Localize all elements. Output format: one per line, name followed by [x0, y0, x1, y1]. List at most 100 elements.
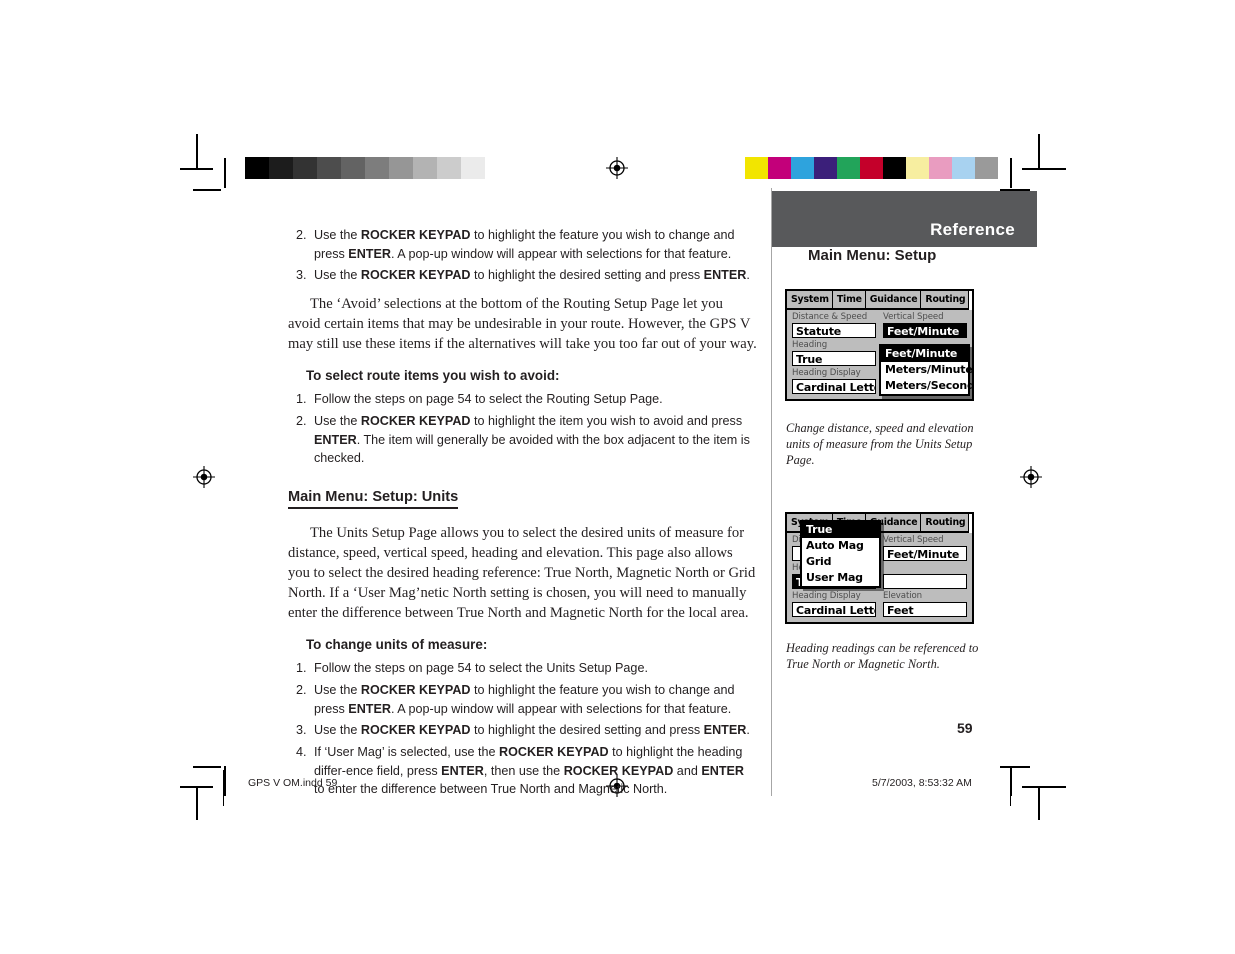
grayscale-swatch [389, 157, 413, 179]
color-swatch [791, 157, 814, 179]
list-item-text: to highlight the desired setting and pre… [470, 268, 704, 283]
grayscale-calibration-bar [245, 157, 509, 179]
field-label: Vertical Speed [883, 312, 944, 322]
footer-divider-right [1010, 770, 1011, 806]
color-swatch [814, 157, 837, 179]
gps-tab-label: Time [836, 294, 862, 305]
gps-tab-units[interactable]: Units [969, 291, 972, 310]
footer-divider-mid [771, 770, 772, 792]
crop-mark-bl2-v [224, 766, 226, 796]
gps-dropdown-option[interactable]: Auto Mag [802, 538, 879, 554]
list-item: 2. Use the ROCKER KEYPAD to highlight the… [288, 681, 758, 718]
gps-tab-label: Routing [925, 517, 966, 528]
color-calibration-bar [745, 157, 998, 179]
grayscale-swatch [413, 157, 437, 179]
list-item: 4. If ‘User Mag’ is selected, use the ROC… [288, 743, 758, 799]
gps-dropdown-option[interactable]: Feet/Minute [881, 346, 968, 362]
caption-units-screenshot: Change distance, speed and elevation uni… [786, 421, 974, 467]
gps-dropdown-heading[interactable]: True Auto Mag Grid User Mag [800, 520, 881, 588]
field-value[interactable]: Cardinal Letters [792, 602, 876, 617]
paragraph-units: The Units Setup Page allows you to selec… [288, 524, 756, 622]
steps-list-change: 1. Follow the steps on page 54 to select … [288, 659, 758, 798]
list-item-number: 4. [296, 744, 307, 759]
field-vertical-speed[interactable]: Vertical Speed Feet/Minute [883, 312, 967, 340]
field-heading-display[interactable]: Heading Display Cardinal Letters [792, 591, 876, 619]
color-swatch [837, 157, 860, 179]
crop-mark-tl2-v [224, 158, 226, 188]
registration-target-left [193, 466, 215, 488]
emphasis-text: ENTER [703, 268, 747, 283]
field-value[interactable]: Feet/Minute [883, 323, 967, 338]
emphasis-text: ENTER [441, 763, 484, 778]
field-value[interactable]: Feet/Minute [883, 546, 967, 561]
printed-page: 2. Use the ROCKER KEYPAD to highlight the… [0, 0, 1235, 954]
field-value[interactable] [883, 574, 967, 589]
list-item-text: . The item will generally be avoided wit… [314, 432, 750, 466]
gps-tab-units[interactable]: Units [969, 514, 972, 533]
field-blank[interactable] [883, 563, 967, 591]
grayscale-swatch [317, 157, 341, 179]
gps-tab-guidance[interactable]: Guidance [866, 291, 922, 308]
grayscale-swatch [365, 157, 389, 179]
gps-tab-label: Routing [925, 294, 966, 305]
list-item-text: If ‘User Mag’ is selected, use the [314, 744, 500, 759]
grayscale-swatch [461, 157, 485, 179]
grayscale-swatch [437, 157, 461, 179]
field-value[interactable]: True [792, 351, 876, 366]
gps-dropdown-option[interactable]: Meters/Minute [881, 362, 972, 378]
gps-dropdown-option[interactable]: User Mag [802, 570, 879, 586]
list-item-text: Use the [314, 228, 361, 242]
crop-mark-bl-v [196, 786, 198, 820]
field-heading-display[interactable]: Heading Display Cardinal Letters [792, 368, 876, 396]
list-item-text: . [746, 723, 750, 738]
gps-tab-system[interactable]: System [787, 291, 833, 308]
field-value[interactable]: Feet [883, 602, 967, 617]
list-item-number: 2. [296, 228, 307, 242]
list-item-text: to highlight the item you wish to avoid … [470, 413, 743, 428]
gps-dropdown-option[interactable]: Grid [802, 554, 879, 570]
list-item-text: and [673, 763, 702, 778]
gps-dropdown-option[interactable]: True [802, 522, 879, 538]
crop-mark-tr-h [1022, 168, 1066, 170]
field-vertical-speed[interactable]: Vertical Speed Feet/Minute [883, 535, 967, 563]
gps-tab-routing[interactable]: Routing [921, 514, 970, 531]
steps-list-top: 2. Use the ROCKER KEYPAD to highlight the… [288, 226, 758, 285]
grayscale-swatch [269, 157, 293, 179]
gps-tab-time[interactable]: Time [833, 291, 866, 308]
list-item-number: 1. [296, 661, 307, 676]
color-swatch [975, 157, 998, 179]
color-swatch [906, 157, 929, 179]
crop-mark-br-h [1022, 786, 1066, 788]
field-label: Vertical Speed [883, 535, 944, 545]
field-elevation[interactable]: Elevation Feet [883, 591, 967, 619]
caption-heading-screenshot: Heading readings can be referenced to Tr… [786, 641, 979, 671]
crop-mark-tr-v [1038, 134, 1040, 168]
crop-mark-br-v [1038, 786, 1040, 820]
list-item-number: 3. [296, 268, 307, 283]
field-value[interactable]: Statute [792, 323, 876, 338]
list-item-number: 3. [296, 723, 307, 738]
emphasis-text: ENTER [703, 723, 747, 738]
gps-dropdown-vertical-speed[interactable]: Feet/Minute Meters/Minute Meters/Second [879, 344, 972, 396]
emphasis-text: ROCKER KEYPAD [499, 744, 609, 759]
list-item: 3. Use the ROCKER KEYPAD to highlight the… [288, 721, 758, 740]
list-item-text: Use the [314, 268, 361, 283]
crop-mark-br2-h [1000, 766, 1030, 768]
color-swatch [745, 157, 768, 179]
page-number: 59 [957, 720, 973, 736]
list-item-text: . [746, 268, 750, 283]
grayscale-swatch [485, 157, 509, 179]
color-swatch [883, 157, 906, 179]
field-distance-speed[interactable]: Distance & Speed Statute [792, 312, 876, 340]
list-item: 2. Use the ROCKER KEYPAD to highlight the… [288, 412, 758, 468]
field-heading[interactable]: Heading True [792, 340, 876, 368]
gps-tab-row[interactable]: SystemTimeGuidanceRoutingUnitsT [787, 291, 972, 310]
grayscale-swatch [245, 157, 269, 179]
gps-dropdown-option[interactable]: Meters/Second [881, 378, 972, 394]
list-item-text: to highlight the desired setting and pre… [470, 723, 704, 738]
gps-tab-routing[interactable]: Routing [921, 291, 970, 308]
emphasis-text: ENTER [701, 763, 745, 778]
registration-target-right [1020, 466, 1042, 488]
paragraph-avoid: The ‘Avoid’ selections at the bottom of … [288, 295, 757, 353]
field-value[interactable]: Cardinal Letters [792, 379, 876, 394]
